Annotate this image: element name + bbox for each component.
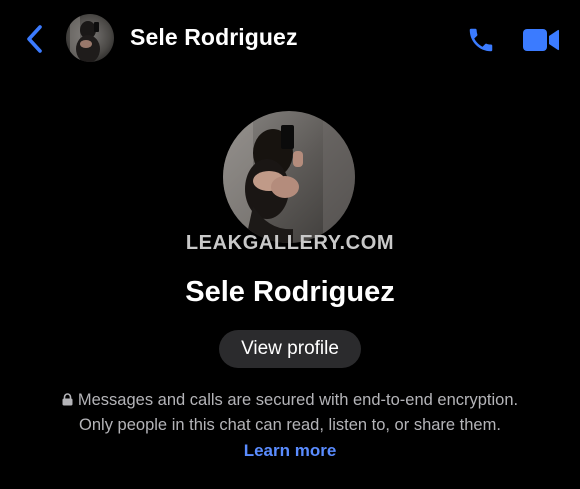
audio-call-button[interactable] [464, 23, 498, 57]
header-contact-name[interactable]: Sele Rodriguez [130, 24, 298, 51]
encryption-notice: Messages and calls are secured with end-… [0, 388, 580, 464]
video-camera-icon [523, 29, 559, 51]
chevron-left-icon [27, 25, 42, 53]
back-button[interactable] [22, 22, 48, 56]
chat-header: Sele Rodriguez [0, 0, 580, 80]
contact-photo [223, 111, 355, 243]
encryption-text-line-2: Only people in this chat can read, liste… [79, 416, 501, 434]
header-avatar[interactable] [66, 14, 114, 62]
lock-icon [62, 393, 73, 406]
video-call-button[interactable] [520, 24, 562, 56]
view-profile-button[interactable]: View profile [219, 330, 361, 368]
encryption-text-line-1: Messages and calls are secured with end-… [77, 391, 519, 409]
profile-name: Sele Rodriguez [185, 276, 395, 308]
phone-icon [469, 28, 493, 52]
contact-photo [66, 14, 114, 62]
learn-more-link[interactable]: Learn more [244, 438, 337, 463]
watermark-text: LEAKGALLERY.COM [185, 232, 395, 254]
encryption-line-1: Messages and calls are secured with end-… [0, 388, 580, 413]
profile-avatar[interactable] [223, 111, 355, 243]
